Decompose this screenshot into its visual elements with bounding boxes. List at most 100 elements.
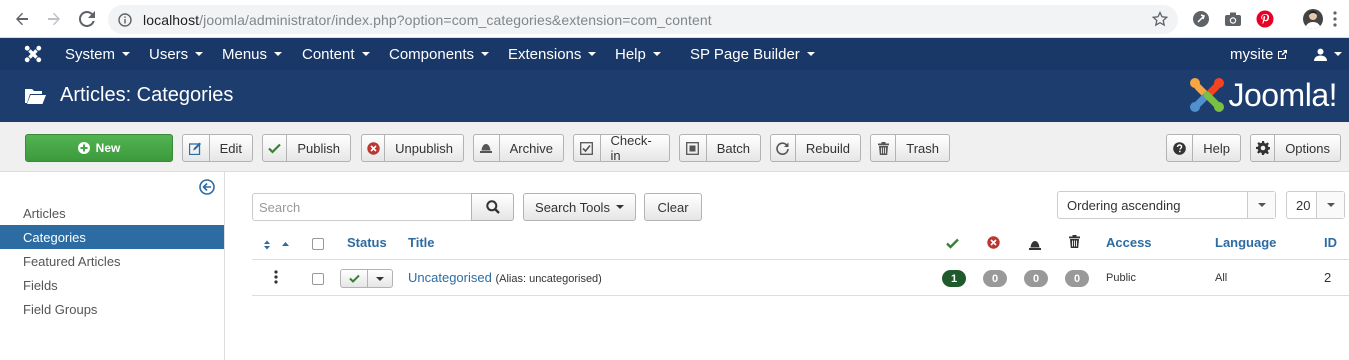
collapse-sidebar-icon[interactable] — [199, 179, 215, 198]
unpublish-button[interactable]: Unpublish — [361, 134, 464, 162]
sort-order-icon[interactable] — [263, 238, 289, 253]
chevron-down-icon — [1247, 192, 1275, 218]
table-row: Uncategorised (Alias: uncategorised) 1 0… — [252, 261, 1349, 296]
sidebar-item-categories[interactable]: Categories — [0, 225, 224, 249]
checkbox-icon — [574, 135, 601, 161]
sidebar-item-fields[interactable]: Fields — [0, 273, 224, 297]
table-header: Status Title Access Language ID — [252, 227, 1349, 260]
status-dropdown-icon[interactable] — [368, 270, 392, 287]
info-icon[interactable] — [116, 11, 134, 29]
published-check-icon[interactable] — [341, 270, 368, 287]
pinterest-icon[interactable] — [1256, 10, 1274, 28]
clear-button[interactable]: Clear — [644, 193, 702, 221]
access-header[interactable]: Access — [1106, 235, 1152, 250]
star-icon[interactable] — [1151, 10, 1169, 30]
joomla-menu-icon[interactable] — [24, 38, 42, 70]
sidebar: Articles Categories Featured Articles Fi… — [0, 172, 225, 360]
menu-sp-page-builder[interactable]: SP Page Builder — [690, 38, 815, 70]
check-icon — [263, 135, 288, 161]
sidebar-item-featured-articles[interactable]: Featured Articles — [0, 249, 224, 273]
language-header[interactable]: Language — [1215, 235, 1276, 250]
refresh-icon — [771, 135, 796, 161]
rebuild-button[interactable]: Rebuild — [770, 134, 861, 162]
external-link-icon — [1278, 49, 1288, 59]
help-button[interactable]: Help — [1166, 134, 1241, 162]
trashed-count-header-icon[interactable] — [1069, 235, 1080, 251]
user-icon — [1314, 48, 1327, 61]
select-all-checkbox[interactable] — [312, 238, 324, 250]
row-title: Uncategorised (Alias: uncategorised) — [408, 270, 602, 285]
archive-button[interactable]: Archive — [473, 134, 564, 162]
site-link[interactable]: mysite — [1230, 38, 1288, 70]
access-value: Public — [1106, 272, 1136, 284]
published-count-badge[interactable]: 1 — [942, 270, 966, 287]
sidebar-item-field-groups[interactable]: Field Groups — [0, 297, 224, 321]
search-input[interactable]: Search — [252, 193, 472, 221]
id-header[interactable]: ID — [1324, 235, 1337, 250]
extension-icon[interactable] — [1192, 10, 1210, 28]
main-content: Search Search Tools Clear Ordering ascen… — [226, 172, 1349, 360]
joomla-logo-icon — [1190, 78, 1225, 112]
id-value: 2 — [1324, 270, 1332, 285]
camera-icon[interactable] — [1224, 10, 1242, 28]
edit-icon — [183, 135, 210, 161]
menu-system[interactable]: System — [65, 38, 131, 70]
browser-toolbar: localhost/joomla/administrator/index.php… — [0, 0, 1349, 38]
status-header[interactable]: Status — [347, 235, 387, 250]
trash-icon — [871, 135, 897, 161]
publish-button[interactable]: Publish — [262, 134, 351, 162]
unpublished-count-badge[interactable]: 0 — [983, 270, 1007, 287]
question-icon — [1167, 135, 1194, 161]
gear-icon — [1251, 135, 1276, 161]
batch-icon — [680, 135, 707, 161]
archive-icon — [474, 135, 500, 161]
published-count-header-icon[interactable] — [946, 237, 959, 252]
menu-help[interactable]: Help — [615, 38, 661, 70]
search-tools-button[interactable]: Search Tools — [523, 193, 636, 221]
admin-menu-bar: System Users Menus Content Components Ex… — [0, 38, 1349, 70]
status-toggle[interactable] — [340, 269, 393, 288]
title-header[interactable]: Title — [408, 235, 435, 250]
address-bar[interactable]: localhost/joomla/administrator/index.php… — [108, 5, 1178, 34]
sidebar-item-articles[interactable]: Articles — [0, 201, 224, 225]
batch-button[interactable]: Batch — [679, 134, 761, 162]
limit-select[interactable]: 20 — [1286, 191, 1345, 219]
forward-icon[interactable] — [42, 7, 66, 31]
back-icon[interactable] — [10, 7, 34, 31]
trash-button[interactable]: Trash — [870, 134, 950, 162]
url-text: localhost/joomla/administrator/index.php… — [143, 11, 712, 28]
language-value: All — [1215, 272, 1228, 284]
avatar[interactable] — [1303, 9, 1323, 29]
unpublish-icon — [362, 135, 386, 161]
menu-extensions[interactable]: Extensions — [508, 38, 597, 70]
menu-content[interactable]: Content — [302, 38, 370, 70]
ordering-select[interactable]: Ordering ascending — [1057, 191, 1276, 219]
drag-handle-icon[interactable] — [274, 270, 278, 287]
menu-menus[interactable]: Menus — [222, 38, 283, 70]
new-button[interactable]: New — [25, 134, 173, 162]
search-button[interactable] — [471, 193, 514, 221]
reload-icon[interactable] — [75, 7, 99, 31]
row-checkbox[interactable] — [312, 273, 324, 285]
folder-icon — [24, 87, 46, 108]
search-icon — [485, 200, 500, 214]
plus-circle-icon — [77, 142, 90, 154]
menu-components[interactable]: Components — [389, 38, 490, 70]
kebab-menu-icon[interactable] — [1333, 10, 1337, 28]
user-menu[interactable] — [1314, 38, 1342, 70]
trashed-count-badge[interactable]: 0 — [1065, 270, 1089, 287]
options-button[interactable]: Options — [1250, 134, 1341, 162]
joomla-logo: Joomla! — [1188, 76, 1337, 114]
chevron-down-icon — [1316, 192, 1344, 218]
unpublished-count-header-icon[interactable] — [987, 236, 1000, 252]
category-alias: (Alias: uncategorised) — [495, 273, 602, 285]
action-toolbar: New Edit Publish Unpublish Archive Check… — [0, 122, 1349, 172]
edit-button[interactable]: Edit — [182, 134, 253, 162]
checkin-button[interactable]: Check-in — [573, 133, 670, 163]
page-header: Articles: Categories Joomla! — [0, 70, 1349, 122]
menu-users[interactable]: Users — [149, 38, 204, 70]
archived-count-badge[interactable]: 0 — [1024, 270, 1048, 287]
page-title: Articles: Categories — [60, 84, 234, 106]
category-title-link[interactable]: Uncategorised — [408, 270, 492, 285]
archived-count-header-icon[interactable] — [1028, 238, 1042, 253]
